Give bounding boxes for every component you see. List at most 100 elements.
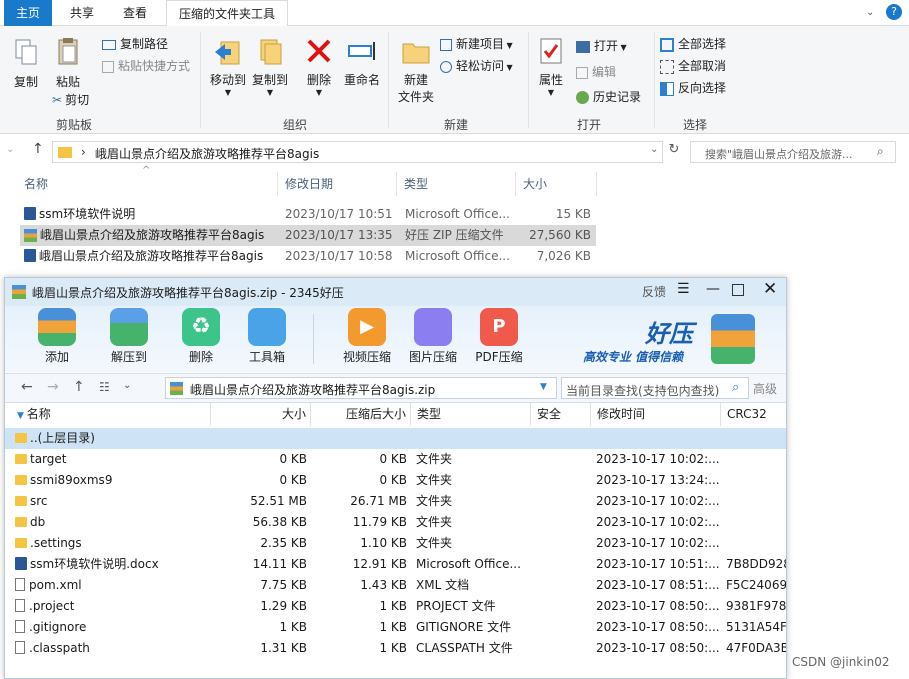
up-arrow-icon[interactable]: ↑ [73,379,85,395]
file-row-selected[interactable]: 峨眉山景点介绍及旅游攻略推荐平台8agis 2023/10/17 13:35 好… [20,225,596,246]
add-button[interactable]: 添加 [27,308,87,365]
forward-arrow-icon[interactable]: → [47,379,59,395]
forward-arrow-icon[interactable]: ⌄ [6,144,14,155]
archive-search-box[interactable]: 当前目录查找(支持包内查找) ⌕ [561,377,749,399]
invert-selection-button[interactable]: 反向选择 [660,79,726,96]
select-all-button[interactable]: 全部选择 [660,35,726,52]
properties-button[interactable]: 属性 ▼ [536,36,566,97]
col-security[interactable]: 安全 [531,403,591,426]
new-folder-button[interactable]: 新建 文件夹 [396,36,436,105]
address-bar[interactable]: › 峨眉山景点介绍及旅游攻略推荐平台8agis ⌄ [52,141,663,163]
col-type[interactable]: 类型 [411,403,531,426]
col-name[interactable]: ▼ 名称 [5,403,211,426]
help-icon[interactable]: ? [886,4,902,20]
file-name: ssm环境软件说明 [39,207,136,221]
row-name: target [30,452,67,466]
archive-path-bar[interactable]: 峨眉山景点介绍及旅游攻略推荐平台8agis.zip ▼ [165,377,557,399]
row-packed: 12.91 KB [352,557,407,571]
row-packed: 1 KB [379,620,407,634]
file-size: 15 KB [555,207,591,221]
move-to-icon [215,41,240,65]
delete-button[interactable]: 删除 ▼ [304,36,334,97]
extract-to-button[interactable]: 解压到 [99,308,159,365]
easy-access-button[interactable]: 轻松访问 ▼ [440,57,513,74]
new-item-button[interactable]: 新建项目 ▼ [440,35,513,52]
archive-row[interactable]: pom.xml 7.75 KB 1.43 KB XML 文档 2023-10-17 08… [5,575,786,596]
archive-row[interactable]: ssmi89oxms9 0 KB 0 KB 文件夹 2023-10-17 13:24:.… [5,470,786,491]
select-none-button[interactable]: 全部取消 [660,57,726,74]
tab-compressed-folder-tools[interactable]: 压缩的文件夹工具 [166,0,288,26]
row-crc: F5C24069 [726,578,786,592]
col-packed-size[interactable]: 压缩后大小 [311,403,411,426]
advanced-search-link[interactable]: 高级 [753,380,777,397]
file-row[interactable]: ssm环境软件说明 2023/10/17 10:51 Microsoft Off… [20,204,596,225]
chevron-down-icon[interactable]: ⌄ [123,380,131,391]
minimize-icon[interactable]: — [706,281,720,297]
edit-button[interactable]: 编辑 [576,63,616,80]
toolbox-button[interactable]: 工具箱 [237,308,297,365]
menu-icon[interactable]: ☰ [677,281,690,297]
col-type[interactable]: 类型 [398,172,516,196]
archive-row[interactable]: .project 1.29 KB 1 KB PROJECT 文件 2023-10-17 … [5,596,786,617]
haozip-brand-logo-icon [711,314,755,364]
archive-row[interactable]: src 52.51 MB 26.71 MB 文件夹 2023-10-17 10:02:.… [5,491,786,512]
paste-shortcut-label: 粘贴快捷方式 [118,59,191,73]
archive-row[interactable]: .gitignore 1 KB 1 KB GITIGNORE 文件 2023-10-17… [5,617,786,638]
rename-button[interactable]: 重命名 [342,36,382,88]
archive-row[interactable]: target 0 KB 0 KB 文件夹 2023-10-17 10:02:... [5,449,786,470]
file-row[interactable]: 峨眉山景点介绍及旅游攻略推荐平台8agis 2023/10/17 10:58 M… [20,246,596,267]
close-icon[interactable]: ✕ [763,279,777,299]
history-button[interactable]: 历史记录 [576,88,641,105]
paste-shortcut-button[interactable]: 粘贴快捷方式 [102,57,190,74]
search-icon[interactable]: ⌕ [732,380,739,395]
tab-share[interactable]: 共享 [58,0,106,26]
col-crc32[interactable]: CRC32 [721,403,786,426]
new-folder-label-line1: 新建 [403,73,428,87]
archive-row[interactable]: .settings 2.35 KB 1.10 KB 文件夹 2023-10-17 10:… [5,533,786,554]
copy-path-button[interactable]: 复制路径 [102,35,168,52]
new-group-label: 新建 [444,118,469,132]
archive-row[interactable]: db 56.38 KB 11.79 KB 文件夹 2023-10-17 10:02:..… [5,512,786,533]
maximize-icon[interactable] [732,284,744,296]
chevron-down-icon[interactable]: ⌄ [866,7,874,18]
view-mode-icon[interactable]: ☷ [99,380,110,394]
image-compress-button[interactable]: 图片压缩 [403,308,463,365]
toolbox-label: 工具箱 [248,350,285,364]
clipboard-icon [58,38,78,65]
pdf-compress-icon: P [480,308,518,346]
open-button[interactable]: 打开 ▼ [576,37,627,54]
col-size[interactable]: 大小 [211,403,311,426]
delete-archive-button[interactable]: ♻ 删除 [171,308,231,365]
chevron-down-icon[interactable]: ⌄ [650,144,658,155]
add-label: 添加 [44,350,69,364]
select-group-label: 选择 [683,118,708,132]
toolbox-icon [248,308,286,346]
col-date[interactable]: 修改日期 [279,172,397,196]
archive-row[interactable]: .classpath 1.31 KB 1 KB CLASSPATH 文件 2023-10… [5,638,786,659]
col-size[interactable]: 大小 [517,172,597,196]
search-box[interactable]: 搜索"峨眉山景点介绍及旅游... ⌕ [690,141,896,163]
archive-row[interactable]: ssm环境软件说明.docx 14.11 KB 12.91 KB Microsoft … [5,554,786,575]
tab-view[interactable]: 查看 [112,0,158,26]
feedback-link[interactable]: 反馈 [642,283,666,300]
tab-home[interactable]: 主页 [4,0,52,26]
video-compress-button[interactable]: ▶ 视频压缩 [337,308,397,365]
paste-button[interactable]: 粘贴 [54,36,82,90]
move-to-button[interactable]: 移动到 ▼ [208,36,248,97]
cut-button[interactable]: ✂ 剪切 [52,91,89,108]
up-arrow-icon[interactable]: ↑ [32,141,44,157]
col-modified[interactable]: 修改时间 [591,403,721,426]
parent-dir-row[interactable]: ..(上层目录) [5,428,786,449]
copy-to-button[interactable]: 复制到 ▼ [250,36,290,97]
organize-group-label: 组织 [283,118,308,132]
breadcrumb-current[interactable]: 峨眉山景点介绍及旅游攻略推荐平台8agis [95,145,319,162]
dropdown-arrow-icon[interactable]: ▼ [540,382,547,392]
pdf-compress-button[interactable]: P PDF压缩 [469,308,529,365]
refresh-icon[interactable]: ↻ [665,142,683,162]
copy-button[interactable]: 复制 [12,38,40,90]
open-group-label: 打开 [577,118,602,132]
col-name[interactable]: 名称 [20,172,278,196]
back-arrow-icon[interactable]: ← [21,379,33,395]
select-none-icon [660,59,674,74]
search-icon[interactable]: ⌕ [877,144,884,159]
